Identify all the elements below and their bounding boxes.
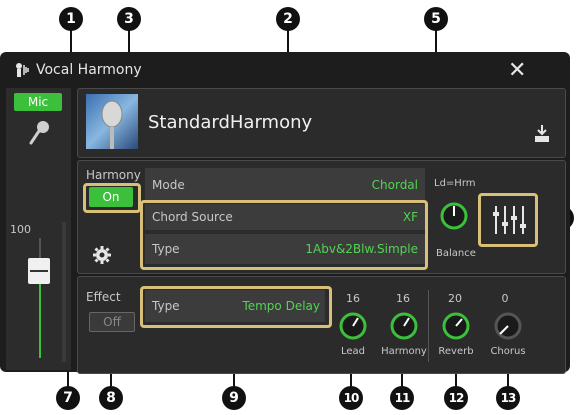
- microphone-icon: [28, 120, 50, 146]
- knob-divider: [428, 290, 429, 362]
- mode-value: Chordal: [371, 178, 418, 192]
- callout-3-highlight: [140, 200, 428, 270]
- harmony-label: Harmony: [86, 168, 141, 182]
- preset-image: [86, 94, 138, 149]
- vocal-harmony-icon: [14, 62, 30, 78]
- effect-label: Effect: [86, 290, 121, 304]
- harmony-knob-label: Harmony: [381, 346, 427, 357]
- harmony-knob[interactable]: [390, 312, 418, 340]
- harmony-settings-gear-icon[interactable]: [92, 245, 112, 265]
- mixer-sliders-icon: [493, 206, 526, 234]
- callout-3: 3: [117, 7, 141, 31]
- lead-label: Lead: [340, 346, 366, 357]
- callout-2: 2: [276, 7, 300, 31]
- callout-1: 1: [59, 7, 83, 31]
- window-title: Vocal Harmony: [36, 62, 142, 78]
- callout-9: 9: [222, 386, 246, 410]
- mode-label: Mode: [152, 178, 185, 192]
- preset-name: StandardHarmony: [148, 112, 313, 133]
- lead-value: 16: [346, 292, 360, 305]
- chorus-knob[interactable]: [494, 312, 522, 340]
- balance-label: Balance: [436, 248, 476, 259]
- mic-level-meter: [62, 222, 66, 362]
- mixer-button[interactable]: [478, 193, 538, 247]
- callout-9-highlight: [140, 286, 332, 328]
- effect-off-button[interactable]: Off: [89, 312, 135, 332]
- harmony-value: 16: [396, 292, 410, 305]
- reverb-label: Reverb: [438, 346, 474, 357]
- reverb-value: 20: [448, 292, 462, 305]
- callout-10: 10: [339, 386, 363, 410]
- callout-8: 8: [99, 386, 123, 410]
- mic-volume-value: 100: [10, 223, 31, 236]
- balance-knob[interactable]: [440, 202, 468, 230]
- callout-7: 7: [56, 386, 80, 410]
- callout-5: 5: [424, 7, 448, 31]
- callout-11: 11: [390, 386, 414, 410]
- reverb-knob[interactable]: [442, 312, 470, 340]
- lead-knob[interactable]: [339, 312, 367, 340]
- chorus-label: Chorus: [490, 346, 526, 357]
- close-icon[interactable]: ✕: [508, 60, 526, 82]
- callout-13: 13: [496, 386, 520, 410]
- save-icon[interactable]: [533, 124, 551, 144]
- mic-button[interactable]: Mic: [14, 93, 62, 111]
- mic-volume-slider-handle[interactable]: [28, 258, 50, 284]
- chorus-value: 0: [501, 292, 509, 305]
- balance-value: Ld=Hrm: [434, 178, 476, 189]
- callout-12: 12: [444, 386, 468, 410]
- callout-1-highlight: [83, 183, 141, 213]
